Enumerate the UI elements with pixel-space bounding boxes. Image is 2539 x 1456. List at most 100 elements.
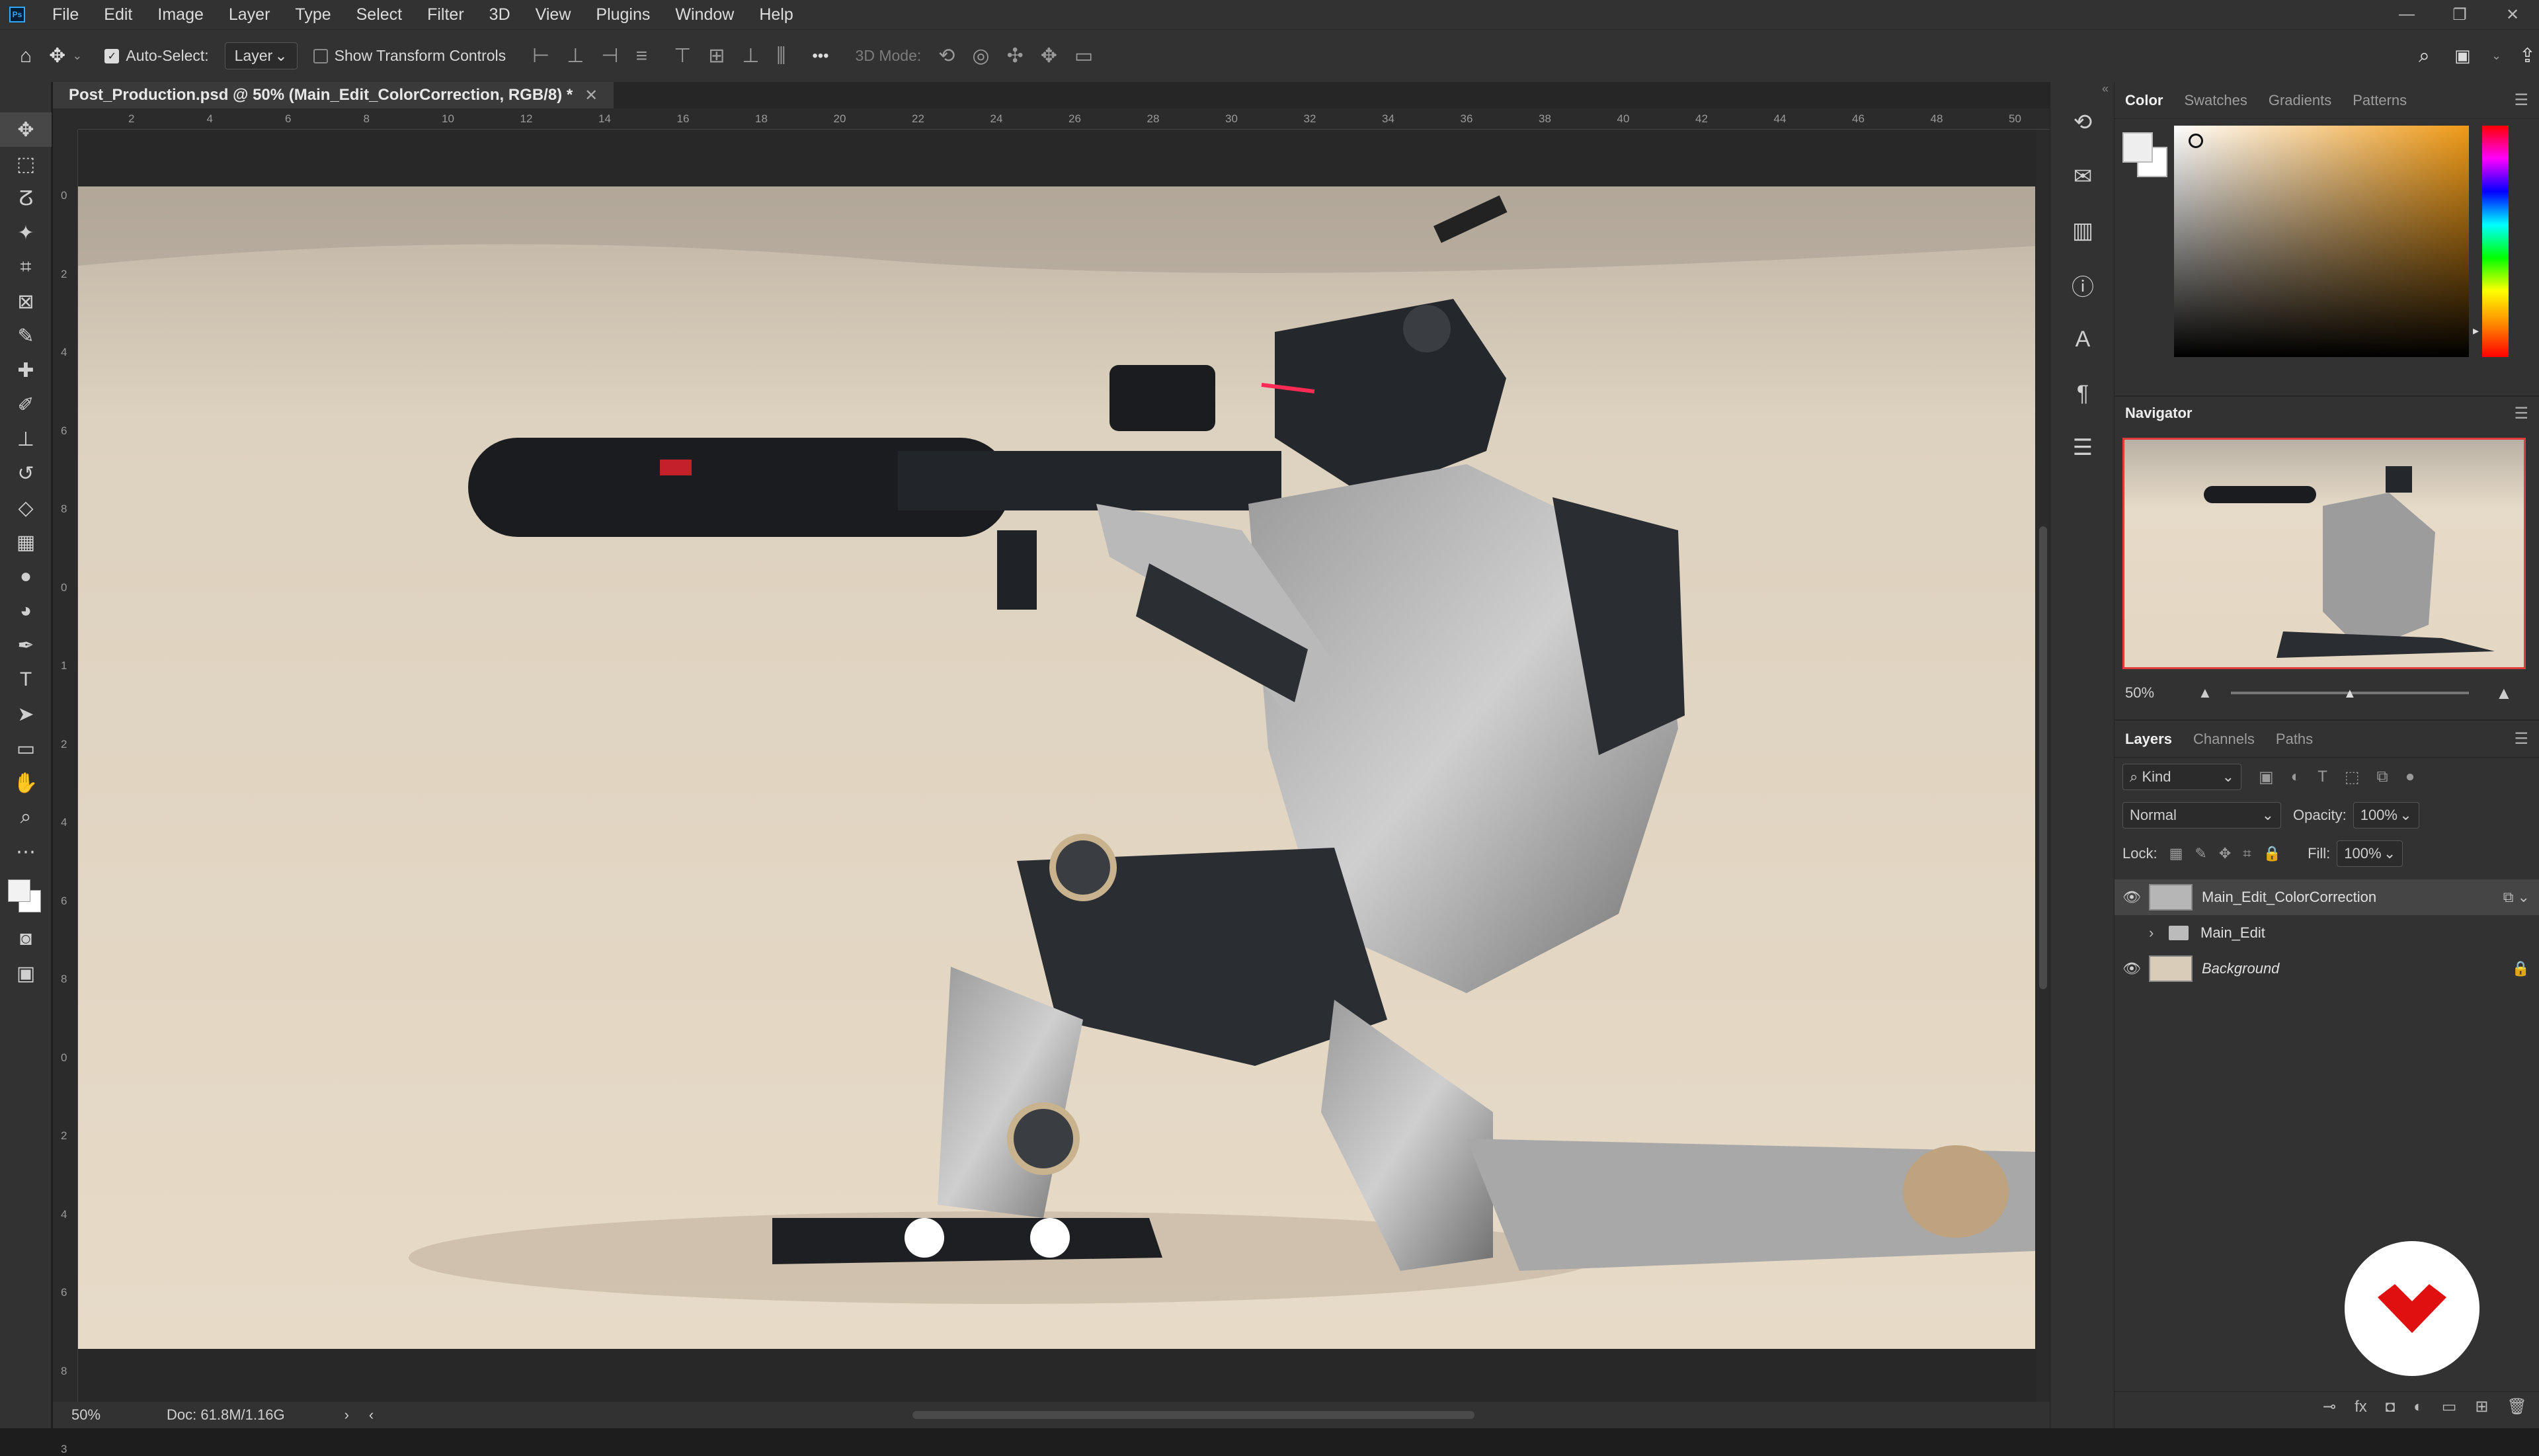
- type-tool-icon[interactable]: T: [0, 663, 52, 697]
- brush-tool-icon[interactable]: ✐: [0, 387, 52, 422]
- color-field[interactable]: [2174, 126, 2469, 357]
- vertical-scrollbar[interactable]: [2036, 130, 2050, 1402]
- new-group-icon[interactable]: ▭: [2442, 1397, 2457, 1416]
- layer-thumbnail[interactable]: [2149, 955, 2193, 982]
- zoom-out-icon[interactable]: ▲: [2198, 684, 2212, 702]
- new-layer-icon[interactable]: ⊞: [2475, 1397, 2488, 1416]
- adjustments-icon[interactable]: ☰: [2050, 421, 2115, 475]
- layer-name[interactable]: Main_Edit_ColorCorrection: [2202, 889, 2503, 906]
- foreground-swatch[interactable]: [8, 879, 30, 902]
- layer-row[interactable]: › Main_Edit: [2115, 915, 2539, 951]
- search-icon[interactable]: ⌕: [2419, 45, 2430, 67]
- chevron-down-icon[interactable]: ⌄: [2491, 49, 2501, 63]
- menu-view[interactable]: View: [523, 5, 584, 24]
- menu-help[interactable]: Help: [746, 5, 805, 24]
- menu-window[interactable]: Window: [663, 5, 746, 24]
- path-selection-icon[interactable]: ➤: [0, 697, 52, 731]
- eyedropper-icon[interactable]: ✎: [0, 319, 52, 353]
- menu-edit[interactable]: Edit: [91, 5, 145, 24]
- align-bottom-icon[interactable]: ⊥: [742, 44, 759, 67]
- comments-icon[interactable]: ✉: [2050, 149, 2115, 204]
- fill-field[interactable]: 100% ⌄: [2337, 840, 2403, 867]
- tab-swatches[interactable]: Swatches: [2173, 82, 2257, 119]
- healing-brush-icon[interactable]: ✚: [0, 353, 52, 387]
- panel-menu-icon[interactable]: ☰: [2514, 91, 2528, 110]
- panel-menu-icon[interactable]: ☰: [2514, 729, 2528, 748]
- tab-patterns[interactable]: Patterns: [2342, 82, 2417, 119]
- layer-filter-dropdown[interactable]: ⌕ Kind ⌄: [2122, 764, 2241, 790]
- color-fg-bg[interactable]: [2122, 132, 2169, 179]
- zoom-tool-icon[interactable]: ⌕: [0, 800, 52, 834]
- filter-type-icon[interactable]: T: [2317, 768, 2327, 786]
- auto-select-checkbox[interactable]: ✓ Auto-Select:: [104, 47, 209, 65]
- dodge-tool-icon[interactable]: ◕: [0, 594, 52, 628]
- character-icon[interactable]: A: [2050, 312, 2115, 366]
- menu-plugins[interactable]: Plugins: [583, 5, 663, 24]
- hue-marker-icon[interactable]: ▸: [2473, 324, 2479, 338]
- measurement-icon[interactable]: ▥: [2050, 204, 2115, 258]
- filter-adjustment-icon[interactable]: ◐: [2291, 768, 2301, 786]
- tab-color[interactable]: Color: [2115, 82, 2173, 119]
- history-icon[interactable]: ⟲: [2050, 95, 2115, 149]
- filter-smart-object-icon[interactable]: ⧉: [2377, 768, 2388, 786]
- align-left-icon[interactable]: ⊢: [532, 44, 549, 67]
- rectangle-tool-icon[interactable]: ▭: [0, 731, 52, 766]
- layer-row[interactable]: 👁 Main_Edit_ColorCorrection ⧉ ⌄: [2115, 879, 2539, 915]
- color-picker-ring[interactable]: [2189, 134, 2203, 148]
- tab-layers[interactable]: Layers: [2115, 721, 2183, 758]
- minimize-button[interactable]: —: [2380, 0, 2433, 29]
- navigator-zoom-value[interactable]: 50%: [2125, 684, 2154, 702]
- paragraph-icon[interactable]: ¶: [2050, 366, 2115, 421]
- lock-pixels-icon[interactable]: ✎: [2195, 845, 2206, 862]
- lasso-tool-icon[interactable]: ⵒ: [0, 181, 52, 216]
- move-tool-icon[interactable]: ✥: [49, 44, 65, 67]
- align-middle-icon[interactable]: ⊞: [708, 44, 725, 67]
- eraser-icon[interactable]: ◇: [0, 491, 52, 525]
- pan-3d-icon[interactable]: ✣: [1007, 44, 1024, 67]
- workspace-icon[interactable]: ▣: [2454, 46, 2471, 66]
- history-brush-icon[interactable]: ↺: [0, 456, 52, 491]
- stamp-tool-icon[interactable]: ⊥: [0, 422, 52, 456]
- visibility-eye-icon[interactable]: 👁: [2115, 960, 2149, 977]
- slide-3d-icon[interactable]: ✥: [1041, 44, 1057, 67]
- color-swatches[interactable]: [0, 869, 52, 922]
- menu-type[interactable]: Type: [282, 5, 343, 24]
- restore-button[interactable]: ❐: [2433, 0, 2486, 29]
- delete-layer-icon[interactable]: 🗑: [2507, 1397, 2527, 1416]
- tab-paths[interactable]: Paths: [2265, 721, 2323, 758]
- navigator-preview[interactable]: [2122, 438, 2526, 669]
- horizontal-ruler[interactable]: 2 4 6 8 10 12 14 16 18 20 22 24 26 28 30 32 34 36 38 40 42 44…: [78, 108, 2103, 130]
- more-options-icon[interactable]: •••: [812, 47, 828, 65]
- show-transform-checkbox[interactable]: Show Transform Controls: [313, 47, 506, 65]
- align-top-icon[interactable]: ⊤: [674, 44, 691, 67]
- menu-filter[interactable]: Filter: [415, 5, 477, 24]
- home-icon[interactable]: ⌂: [20, 45, 32, 67]
- blend-mode-dropdown[interactable]: Normal ⌄: [2122, 802, 2281, 829]
- add-mask-icon[interactable]: ◘: [2386, 1398, 2396, 1416]
- zoom-slider-knob[interactable]: ▲: [2343, 686, 2357, 702]
- document-tab[interactable]: Post_Production.psd @ 50% (Main_Edit_Col…: [53, 82, 614, 108]
- chevron-right-icon[interactable]: ›: [2149, 924, 2169, 942]
- scale-3d-icon[interactable]: ▭: [1074, 44, 1093, 67]
- chevron-down-icon[interactable]: ⌄: [72, 49, 82, 63]
- horizontal-scrollbar[interactable]: [912, 1411, 1474, 1419]
- blur-tool-icon[interactable]: ●: [0, 559, 52, 594]
- canvas-workspace[interactable]: [78, 130, 2103, 1402]
- opacity-field[interactable]: 100% ⌄: [2353, 802, 2419, 829]
- filter-shape-icon[interactable]: ⬚: [2345, 768, 2360, 787]
- scroll-left-arrow[interactable]: ‹: [369, 1406, 374, 1424]
- frame-tool-icon[interactable]: ⊠: [0, 284, 52, 319]
- magic-wand-icon[interactable]: ✦: [0, 216, 52, 250]
- menu-image[interactable]: Image: [145, 5, 216, 24]
- menu-3d[interactable]: 3D: [477, 5, 523, 24]
- crop-tool-icon[interactable]: ⌗: [0, 250, 52, 284]
- lock-position-icon[interactable]: ✥: [2219, 845, 2231, 862]
- hue-slider[interactable]: ▸: [2473, 126, 2509, 357]
- collapse-icon[interactable]: «: [2050, 82, 2114, 95]
- align-right-icon[interactable]: ⊣: [601, 44, 618, 67]
- gradient-tool-icon[interactable]: ▦: [0, 525, 52, 559]
- link-layers-icon[interactable]: ⊸: [2323, 1397, 2336, 1416]
- menu-layer[interactable]: Layer: [216, 5, 283, 24]
- panel-menu-icon[interactable]: ☰: [2514, 404, 2528, 423]
- align-center-icon[interactable]: ⊥: [567, 44, 584, 67]
